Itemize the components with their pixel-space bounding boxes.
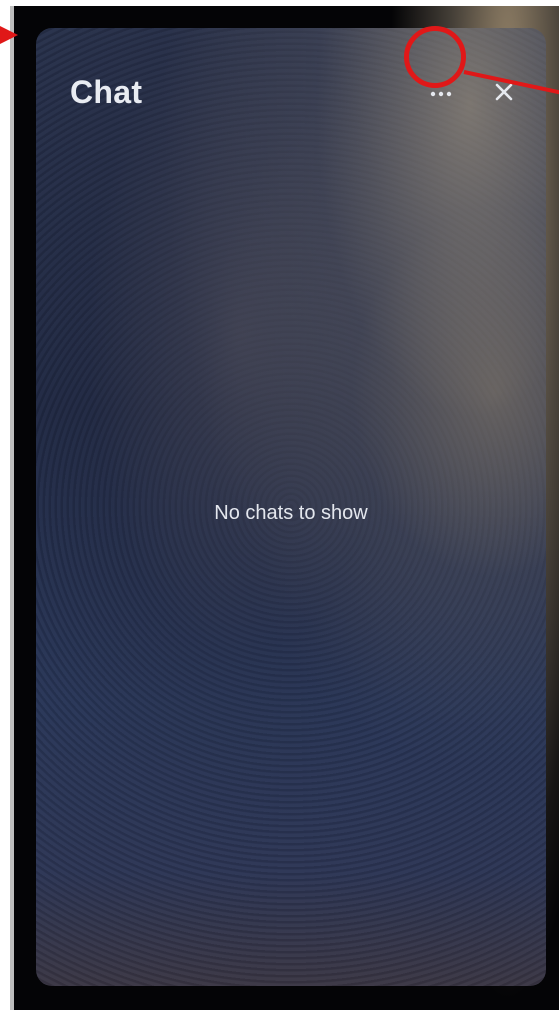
panel-title: Chat — [70, 74, 143, 110]
close-icon — [495, 83, 513, 101]
chat-panel-header: Chat — [36, 28, 546, 148]
annotation-arrow-icon — [0, 26, 18, 44]
empty-state-message: No chats to show — [214, 502, 368, 524]
frame-edge — [10, 6, 14, 1010]
more-horizontal-icon — [430, 91, 452, 97]
chat-panel: Chat No chats to show — [36, 28, 546, 986]
annotation-circle — [404, 26, 466, 88]
screen-frame: Chat No chats to show — [10, 6, 559, 1010]
